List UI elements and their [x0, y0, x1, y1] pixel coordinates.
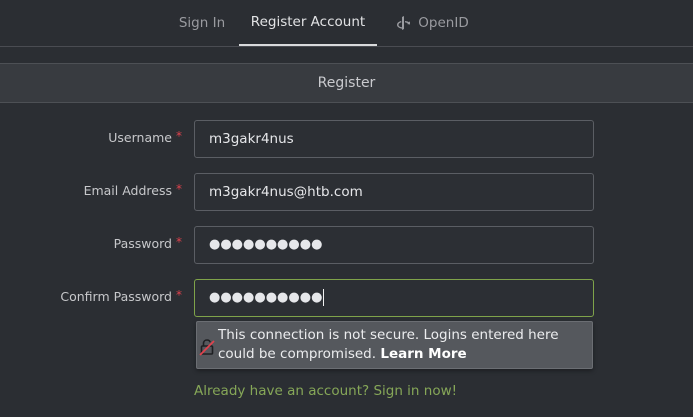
email-row: Email Address * m3gakr4nus@htb.com: [0, 173, 693, 211]
password-value: ●●●●●●●●●●: [209, 237, 323, 252]
tab-openid[interactable]: OpenID: [386, 0, 478, 46]
text-caret: [323, 289, 325, 306]
email-field[interactable]: m3gakr4nus@htb.com: [194, 173, 594, 211]
tab-register-account-label: Register Account: [250, 14, 366, 30]
password-field[interactable]: ●●●●●●●●●●: [194, 226, 594, 264]
learn-more-link[interactable]: Learn More: [380, 346, 466, 362]
password-row: Password * ●●●●●●●●●●: [0, 226, 693, 264]
openid-icon: [395, 15, 411, 31]
warning-text: This connection is not secure. Logins en…: [218, 326, 588, 364]
card-title: Register: [317, 75, 376, 91]
insecure-lock-icon: [199, 338, 215, 356]
confirm-password-row: Confirm Password * ●●●●●●●●●●: [0, 279, 693, 317]
confirm-password-label: Confirm Password: [60, 289, 172, 304]
email-value: m3gakr4nus@htb.com: [209, 184, 363, 200]
register-card-header: Register: [0, 63, 693, 103]
tab-sign-in-label: Sign In: [178, 15, 226, 31]
required-mark: *: [176, 182, 182, 196]
insecure-login-warning: This connection is not secure. Logins en…: [196, 321, 593, 369]
username-label: Username: [108, 130, 172, 145]
username-value: m3gakr4nus: [209, 131, 294, 147]
confirm-password-field[interactable]: ●●●●●●●●●●: [194, 279, 594, 317]
tab-sign-in[interactable]: Sign In: [168, 0, 236, 46]
required-mark: *: [176, 288, 182, 302]
username-field[interactable]: m3gakr4nus: [194, 120, 594, 158]
tab-openid-label: OpenID: [418, 15, 469, 31]
top-navigation: Sign In Register Account OpenID: [0, 0, 693, 46]
nav-divider: [0, 46, 693, 47]
email-label: Email Address: [83, 183, 172, 198]
confirm-password-value: ●●●●●●●●●●: [209, 290, 323, 305]
required-mark: *: [176, 129, 182, 143]
username-row: Username * m3gakr4nus: [0, 120, 693, 158]
tab-register-account[interactable]: Register Account: [239, 0, 377, 46]
password-label: Password: [113, 236, 172, 251]
sign-in-link[interactable]: Already have an account? Sign in now!: [194, 383, 457, 399]
required-mark: *: [176, 235, 182, 249]
